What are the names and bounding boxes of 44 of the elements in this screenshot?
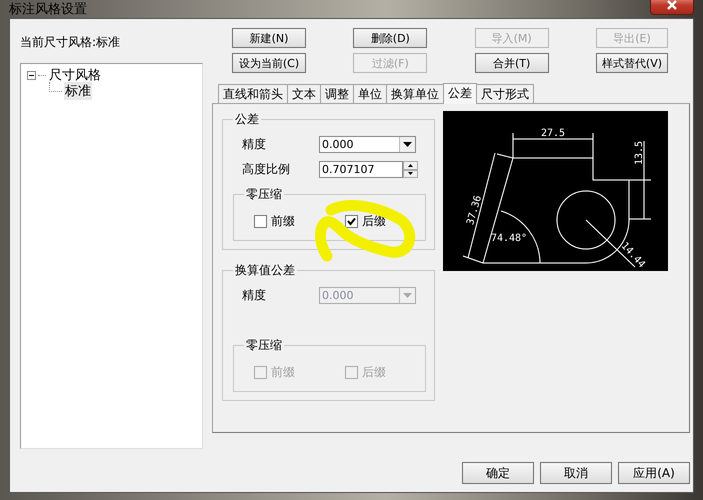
window-title: 标注风格设置 (9, 1, 87, 18)
group-title: 公差 (234, 111, 260, 128)
dimension-text: 37.36 (465, 194, 484, 226)
style-button[interactable]: 合并(T) (474, 53, 549, 73)
checkbox-label: 前缀 (271, 213, 295, 230)
tab[interactable]: 尺寸形式 (476, 84, 534, 103)
checkbox-label: 后缀 (362, 364, 386, 381)
dropdown-arrow-icon (403, 293, 412, 298)
tree-item[interactable]: 尺寸风格 (48, 66, 102, 84)
checkbox-label: 后缀 (362, 213, 386, 230)
group-title: 换算值公差 (234, 262, 296, 279)
dialog-button[interactable]: 应用(A) (618, 462, 690, 484)
number-field[interactable]: 0.707107 (319, 161, 403, 178)
tab[interactable]: 直线和箭头 (218, 84, 288, 103)
field-label: 精度 (241, 136, 266, 153)
checkbox[interactable] (254, 215, 267, 228)
tab[interactable]: 单位 (353, 84, 387, 103)
field-label: 高度比例 (241, 161, 290, 178)
group-title: 零压缩 (245, 186, 283, 203)
close-button[interactable] (650, 0, 694, 15)
field-label: 精度 (241, 287, 266, 304)
down-arrow-icon (408, 172, 413, 176)
group-title: 零压缩 (245, 337, 283, 354)
checkbox-label: 前缀 (271, 364, 295, 381)
tab[interactable]: 换算单位 (386, 84, 444, 103)
tab[interactable]: 公差 (443, 83, 477, 104)
dropdown-field[interactable]: 0.000 (319, 136, 416, 153)
checkbox[interactable] (345, 215, 358, 228)
close-icon (666, 0, 678, 10)
dimension-text: 74.48° (490, 233, 528, 244)
collapse-toggle-icon[interactable] (27, 70, 36, 80)
dialog-button[interactable]: 取消 (540, 462, 612, 484)
spin-up-button[interactable] (403, 161, 418, 170)
style-button[interactable]: 删除(D) (353, 28, 428, 48)
current-style-label: 当前尺寸风格:标准 (20, 34, 122, 51)
style-button[interactable]: 新建(N) (232, 28, 306, 48)
dialog-button[interactable]: 确定 (462, 462, 534, 484)
dimension-text: 13.5 (634, 140, 645, 166)
tree-item[interactable]: 标准 (64, 82, 92, 100)
up-arrow-icon (408, 164, 413, 167)
dimension-text: 27.5 (540, 128, 566, 139)
style-button[interactable]: 设为当前(C) (232, 53, 306, 73)
style-button[interactable]: 样式替代(V) (596, 53, 668, 73)
dropdown-arrow-icon (403, 142, 412, 147)
